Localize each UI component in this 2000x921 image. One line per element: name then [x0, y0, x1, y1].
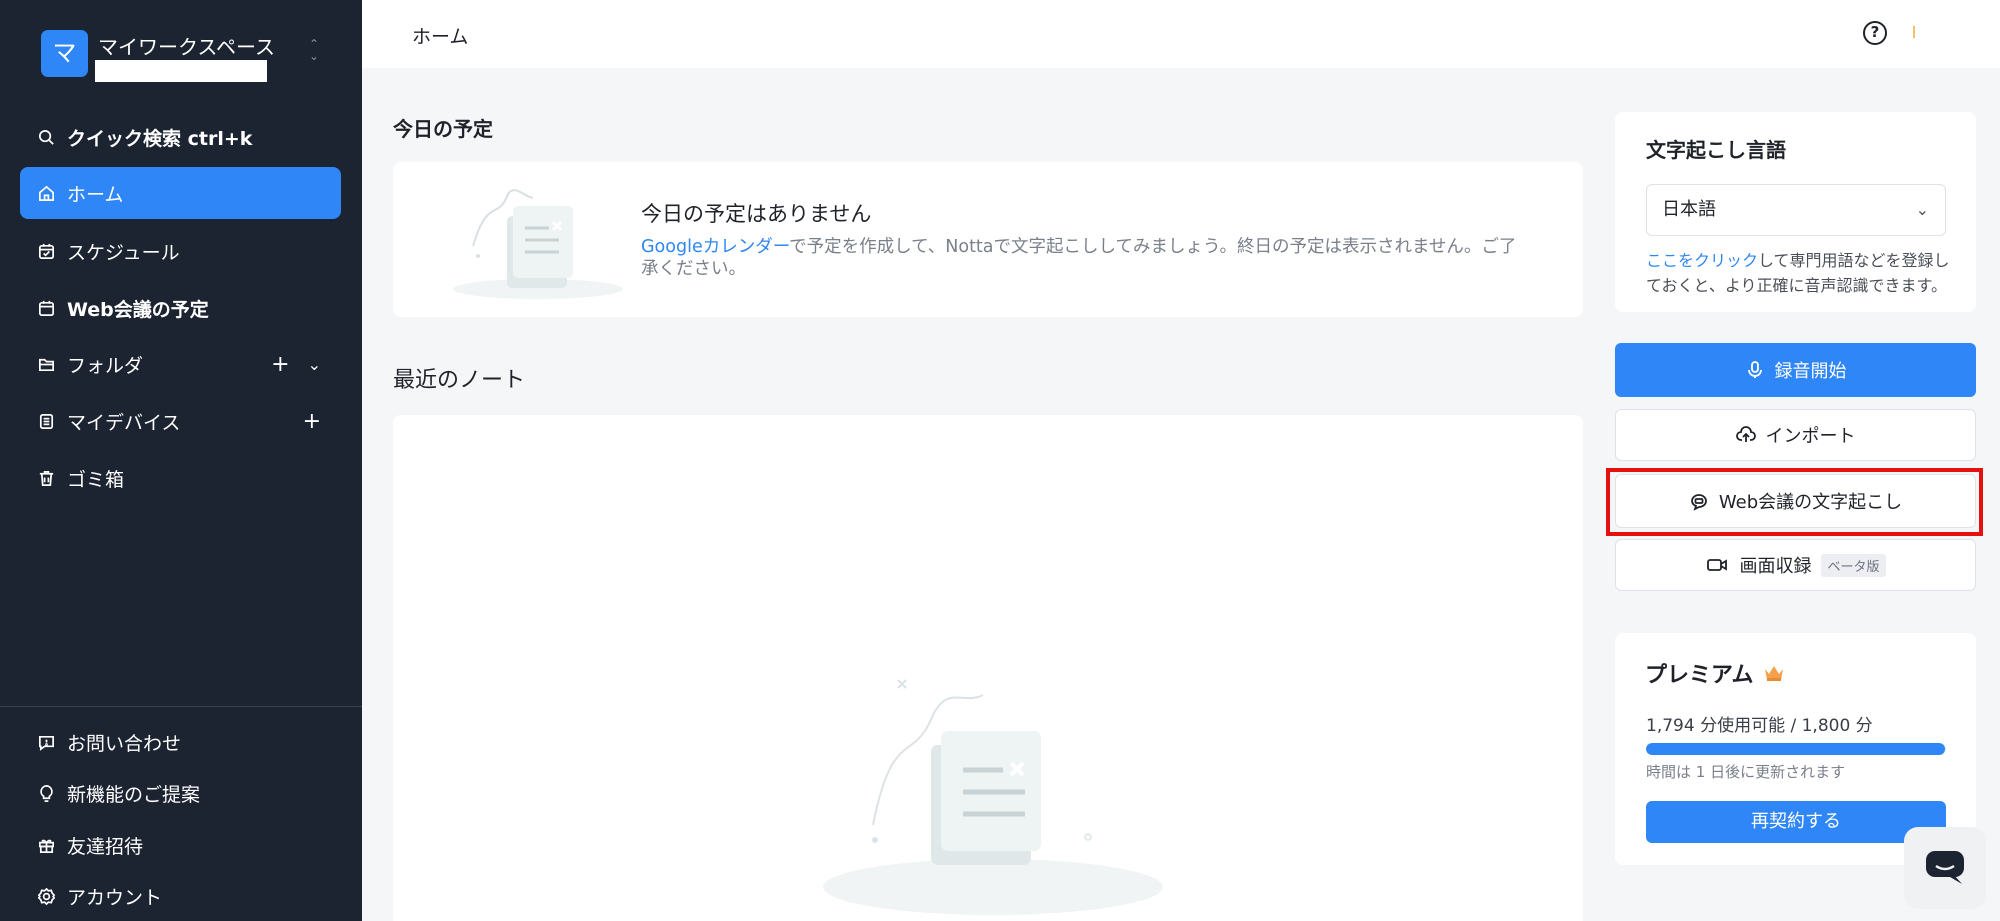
sidebar-item-feature-request[interactable]: 新機能のご提案 [20, 767, 341, 819]
folder-actions: + ⌄ [271, 352, 321, 377]
gift-icon [36, 835, 56, 855]
sidebar-item-label: お問い合わせ [67, 732, 182, 755]
sidebar-item-account[interactable]: アカウント [20, 870, 341, 921]
sidebar-item-invite-friends[interactable]: 友達招待 [20, 819, 341, 871]
usage-text: 1,794 分使用可能 / 1,800 分 [1646, 716, 1873, 736]
sidebar-item-schedule[interactable]: スケジュール [20, 225, 341, 277]
language-select[interactable]: 日本語 ⌄ [1646, 184, 1946, 236]
cloud-upload-icon [1735, 426, 1756, 442]
settings-icon [36, 886, 56, 906]
device-icon [36, 411, 56, 431]
google-calendar-link[interactable]: Googleカレンダー [641, 237, 789, 257]
empty-notes-illustration [823, 679, 1163, 915]
workspace-subtitle-redacted [95, 60, 267, 82]
start-recording-label: 録音開始 [1774, 361, 1847, 382]
device-actions: + [303, 409, 321, 434]
sidebar: マ マイワークスペース ⌃ ⌄ クイック検索 ctrl+k ホーム スケジュール … [0, 0, 362, 921]
chevron-down-icon[interactable]: ⌄ [308, 355, 321, 374]
beta-badge: ベータ版 [1821, 553, 1886, 577]
usage-progress-bar [1646, 743, 1946, 755]
sidebar-item-label: スケジュール [67, 241, 180, 264]
sidebar-item-label: ゴミ箱 [67, 468, 125, 491]
sidebar-item-web-meetings[interactable]: Web会議の予定 [20, 282, 341, 334]
highlight-box [1606, 468, 1983, 536]
sidebar-item-label: アカウント [67, 886, 163, 909]
import-label: インポート [1765, 426, 1856, 447]
recent-notes-card [393, 415, 1583, 921]
sidebar-item-label: Web会議の予定 [67, 298, 209, 321]
premium-title-row: プレミアム [1645, 657, 1785, 689]
chevron-up-down-icon[interactable]: ⌃ ⌄ [307, 38, 321, 62]
workspace-name: マイワークスペース [98, 35, 275, 59]
transcription-language-card: 文字起こし言語 日本語 ⌄ ここをクリックして専門用語などを登録しておくと、より… [1615, 112, 1976, 312]
language-select-value: 日本語 [1662, 199, 1716, 220]
language-hint: ここをクリックして専門用語などを登録しておくと、より正確に音声認識できます。 [1646, 248, 1951, 298]
help-icon[interactable]: ? [1863, 21, 1887, 45]
sidebar-item-home[interactable]: ホーム [20, 167, 341, 219]
sidebar-item-label: 友達招待 [67, 835, 144, 858]
recent-notes-title: 最近のノート [393, 368, 526, 393]
chevron-down-icon: ⌄ [1915, 200, 1929, 219]
today-schedule-title: 今日の予定 [393, 117, 493, 141]
sidebar-item-quick-search[interactable]: クイック検索 ctrl+k [20, 111, 341, 163]
screen-recording-button[interactable]: 画面収録 ベータ版 [1615, 539, 1976, 591]
sidebar-item-folders[interactable]: フォルダ + ⌄ [20, 338, 341, 390]
empty-schedule-title: 今日の予定はありません [641, 202, 872, 226]
sidebar-item-my-devices[interactable]: マイデバイス + [20, 395, 341, 447]
folder-icon [36, 354, 56, 374]
workspace-switcher[interactable]: マ マイワークスペース ⌃ ⌄ [41, 30, 341, 82]
usage-progress-fill [1646, 743, 1946, 755]
screen-recording-label: 画面収録 [1739, 556, 1812, 577]
empty-schedule-description: Googleカレンダーで予定を作成して、Nottaで文字起こししてみましょう。終… [641, 236, 1531, 280]
chat-support-button[interactable] [1904, 827, 1986, 909]
sidebar-item-label: ホーム [67, 183, 124, 206]
renew-button[interactable]: 再契約する [1646, 801, 1946, 843]
sidebar-item-trash[interactable]: ゴミ箱 [20, 452, 341, 504]
sidebar-item-label: 新機能のご提案 [67, 783, 201, 806]
chat-bubble-icon [1926, 851, 1964, 884]
custom-vocabulary-link[interactable]: ここをクリック [1646, 251, 1758, 270]
sidebar-item-label: フォルダ [67, 354, 144, 377]
premium-title: プレミアム [1645, 663, 1754, 688]
home-icon [36, 183, 56, 203]
breadcrumb: ホーム [412, 26, 469, 48]
sidebar-item-contact[interactable]: お問い合わせ [20, 716, 341, 768]
add-device-icon[interactable]: + [303, 409, 321, 434]
workspace-avatar: マ [41, 30, 88, 77]
calendar-check-icon [36, 241, 56, 261]
video-camera-icon [1707, 559, 1728, 571]
lightbulb-icon [36, 783, 56, 803]
start-recording-button[interactable]: 録音開始 [1615, 343, 1976, 397]
import-button[interactable]: インポート [1615, 409, 1976, 461]
top-bar: ホーム ? [362, 0, 2000, 68]
message-alert-icon [36, 732, 56, 752]
empty-schedule-illustration [453, 189, 623, 299]
sidebar-divider [0, 706, 362, 707]
calendar-icon [36, 298, 56, 318]
transcription-language-title: 文字起こし言語 [1646, 138, 1786, 162]
crown-icon [1765, 666, 1784, 681]
microphone-icon [1747, 361, 1762, 378]
today-schedule-card: 今日の予定はありません Googleカレンダーで予定を作成して、Nottaで文字… [393, 162, 1583, 317]
sidebar-item-label: マイデバイス [67, 411, 181, 434]
notification-indicator[interactable] [1913, 26, 1915, 38]
sidebar-item-label: クイック検索 ctrl+k [67, 127, 253, 150]
trash-icon [36, 468, 56, 488]
add-folder-icon[interactable]: + [271, 352, 289, 377]
search-icon [36, 127, 56, 147]
renew-note: 時間は 1 日後に更新されます [1646, 763, 1846, 781]
